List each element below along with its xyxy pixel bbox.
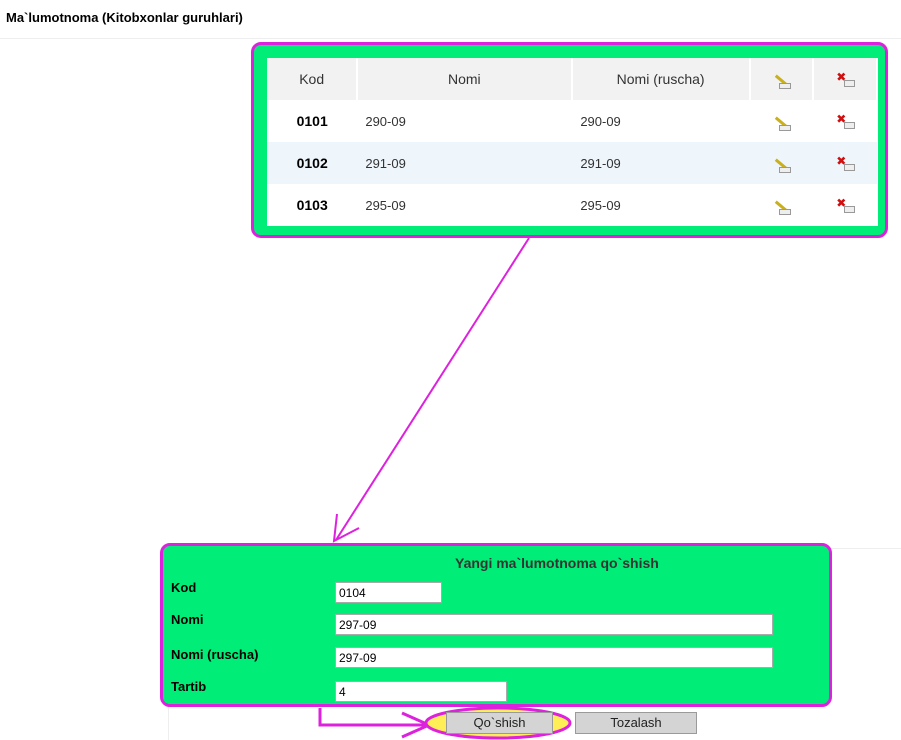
add-button[interactable]: Qo`shish [446, 712, 553, 734]
connector-arrow-line [335, 237, 530, 541]
annotation-arrows [318, 237, 572, 740]
clear-button[interactable]: Tozalash [575, 712, 697, 734]
